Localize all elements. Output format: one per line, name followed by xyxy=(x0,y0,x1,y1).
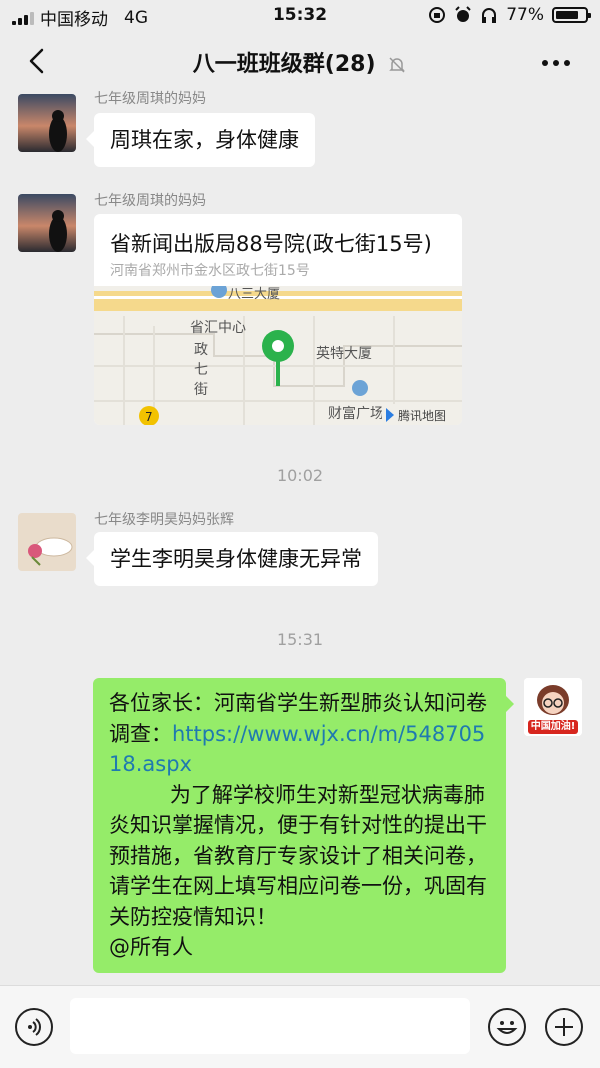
more-actions-button[interactable] xyxy=(545,1008,583,1046)
map-label-building-1: 英特大厦 xyxy=(316,345,372,362)
map-label-center: 省汇中心 xyxy=(190,320,246,336)
chat-title: 八一班班级群(28) xyxy=(192,52,376,77)
sender-name: 七年级周琪的妈妈 xyxy=(94,91,206,107)
headphones-icon xyxy=(482,8,497,23)
avatar[interactable] xyxy=(18,94,76,152)
sender-name: 七年级周琪的妈妈 xyxy=(94,193,206,209)
avatar[interactable] xyxy=(18,513,76,571)
time-divider: 15:31 xyxy=(276,630,324,649)
sender-name: 七年级李明昊妈妈张辉 xyxy=(94,512,234,528)
battery-percent: 77% xyxy=(506,5,544,25)
avatar[interactable] xyxy=(18,194,76,252)
muted-bell-icon xyxy=(389,57,406,73)
location-card[interactable]: 省新闻出版局88号院(政七街15号) 河南省郑州市金水区政七街15号 八三大厦 … xyxy=(94,214,462,425)
message-input[interactable] xyxy=(70,998,470,1054)
battery-icon xyxy=(552,7,591,23)
smiley-icon xyxy=(496,1021,518,1034)
map-provider: 腾讯地图 xyxy=(398,408,446,423)
map-street-1: 政 xyxy=(194,342,208,358)
map-road-badge: 7 xyxy=(145,410,153,424)
message-body: 为了解学校师生对新型冠状病毒肺炎知识掌握情况，便于有针对性的提出干预措施，省教育… xyxy=(109,782,487,929)
location-map[interactable]: 八三大厦 省汇中心 政 七 街 英特大厦 财富广场 7 腾讯地图 xyxy=(94,282,462,425)
chat-header: 八一班班级群(28) xyxy=(0,30,600,92)
more-options-icon[interactable] xyxy=(542,60,570,66)
map-label-top: 八三大厦 xyxy=(228,287,280,302)
plus-icon xyxy=(555,1018,573,1036)
voice-icon xyxy=(28,1018,41,1036)
voice-toggle-button[interactable] xyxy=(15,1008,53,1046)
alarm-icon xyxy=(455,6,471,22)
emoji-button[interactable] xyxy=(488,1008,526,1046)
map-label-building-2: 财富广场 xyxy=(328,405,384,422)
avatar-badge-text: 中国加油! xyxy=(530,721,576,732)
message-bubble[interactable]: 周琪在家，身体健康 xyxy=(86,113,315,167)
map-street-3: 街 xyxy=(194,382,208,398)
chat-title-wrap: 八一班班级群(28) xyxy=(0,46,600,78)
map-street-2: 七 xyxy=(194,362,208,378)
message-bubble[interactable]: 学生李明昊身体健康无异常 xyxy=(86,532,378,586)
status-bar: 中国移动 4G 15:32 77% xyxy=(0,0,600,30)
my-message-bubble[interactable]: 各位家长：河南省学生新型肺炎认知问卷调查：https://www.wjx.cn/… xyxy=(93,678,514,973)
input-bar xyxy=(0,985,600,1068)
orientation-lock-icon xyxy=(429,7,446,23)
my-avatar[interactable]: 中国加油! xyxy=(524,678,582,736)
mention-all[interactable]: @所有人 xyxy=(109,935,193,959)
time-divider: 10:02 xyxy=(276,466,324,485)
location-title: 省新闻出版局88号院(政七街15号) xyxy=(110,232,432,256)
location-address: 河南省郑州市金水区政七街15号 xyxy=(110,263,310,279)
